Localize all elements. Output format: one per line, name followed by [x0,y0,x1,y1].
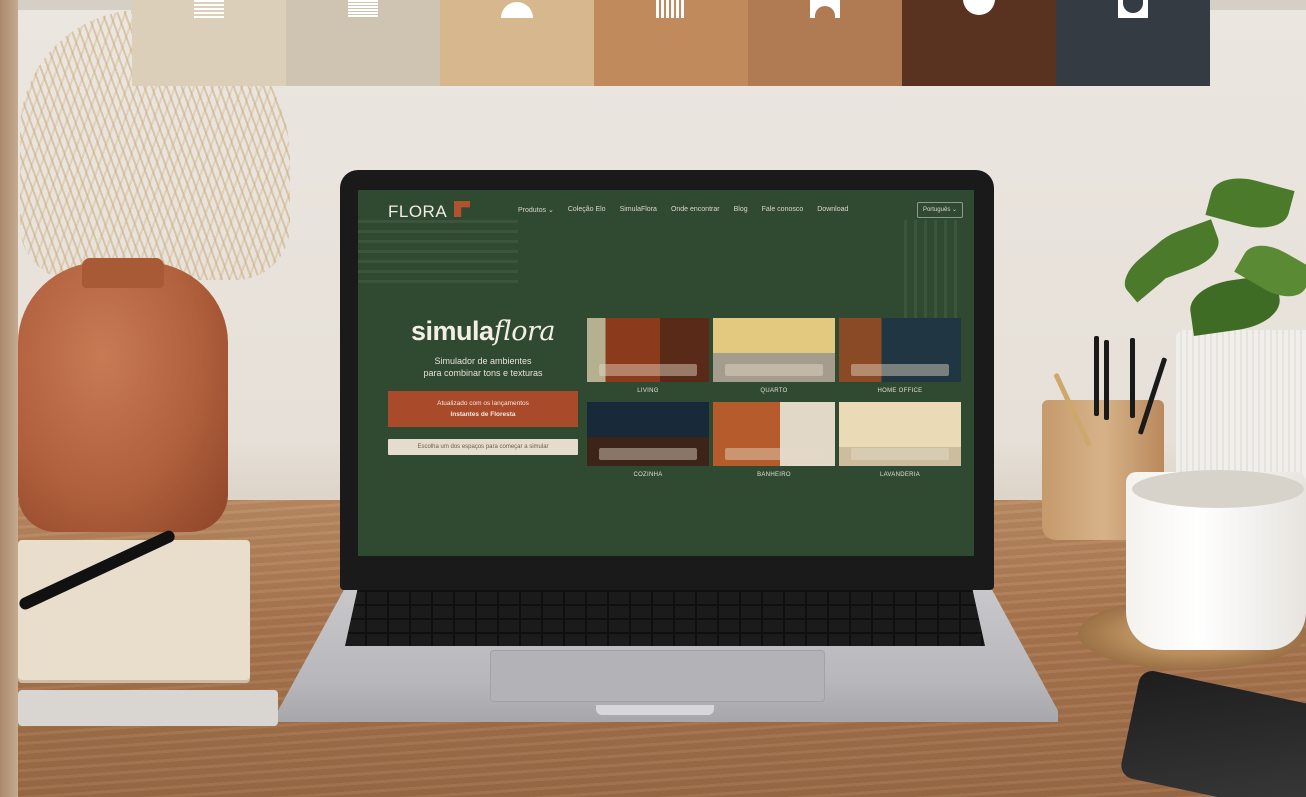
nav-item-download[interactable]: Download [817,206,848,214]
workspace-photo: FLORA Produtos ⌄ Coleção Elo SimulaFlora… [0,0,1306,797]
room-label: LIVING [637,388,659,394]
promo-banner[interactable]: Atualizado com os lançamentos Instantes … [388,391,578,427]
pencil [1130,338,1135,418]
nav-item-colecao-elo[interactable]: Coleção Elo [568,206,606,214]
nav-item-simulaflora[interactable]: SimulaFlora [620,206,657,214]
pencil [1094,336,1099,416]
swatch-bar [132,0,1210,86]
subtitle-line: Simulador de ambientes [434,356,532,366]
room-thumbnail [587,318,709,382]
swatch-2[interactable] [286,0,440,86]
laptop-notch [596,705,714,715]
dome-icon [501,0,533,18]
site-navbar: FLORA Produtos ⌄ Coleção Elo SimulaFlora… [358,190,974,230]
room-thumbnail [713,318,835,382]
terracotta-vase [18,262,228,532]
nav-item-onde-encontrar[interactable]: Onde encontrar [671,206,720,214]
room-grid: LIVING QUARTO HOME OFFICE COZINHA BANHEI… [587,318,961,478]
pencil [1104,340,1109,420]
room-card-living[interactable]: LIVING [587,318,709,394]
hero-panel: simulaflora Simulador de ambientes para … [388,316,578,455]
room-thumbnail [713,402,835,466]
choose-space-hint: Escolha um dos espaços para começar a si… [388,439,578,455]
room-label: LAVANDERIA [879,472,921,478]
horizontal-lines-icon [348,0,378,18]
vase-neck [82,258,164,288]
swatch-5[interactable] [748,0,902,86]
room-thumbnail [839,318,961,382]
room-card-cozinha[interactable]: COZINHA [587,402,709,478]
vertical-lines-icon [656,0,686,18]
swatch-1[interactable] [132,0,286,86]
simulaflora-logo: simulaflora [388,316,578,347]
room-card-banheiro[interactable]: BANHEIRO [713,402,835,478]
room-label: COZINHA [633,472,663,478]
room-card-lavanderia[interactable]: LAVANDERIA [839,402,961,478]
nav-item-fale-conosco[interactable]: Fale conosco [762,206,804,214]
left-frame [0,0,18,797]
room-card-home-office[interactable]: HOME OFFICE [839,318,961,394]
laptop-trackpad [490,650,825,702]
room-card-quarto[interactable]: QUARTO [713,318,835,394]
room-label: BANHEIRO [757,472,791,478]
logo-plain: simula [411,316,494,346]
room-label: HOME OFFICE [877,388,923,394]
mug-rim [1132,470,1304,508]
room-thumbnail [587,402,709,466]
leaf [1205,170,1295,236]
notebook-bottom [18,690,278,726]
laptop-screen: FLORA Produtos ⌄ Coleção Elo SimulaFlora… [358,190,974,556]
nav-menu: Produtos ⌄ Coleção Elo SimulaFlora Onde … [518,206,848,214]
swatch-7[interactable] [1056,0,1210,86]
swatch-6[interactable] [902,0,1056,86]
logo-script: flora [493,316,556,347]
decorative-stripes [904,220,964,330]
language-select[interactable]: Português ⌄ [917,202,963,218]
swatch-4[interactable] [594,0,748,86]
circle-icon [963,0,995,15]
nav-item-produtos[interactable]: Produtos ⌄ [518,206,554,214]
notebook-top [18,540,250,680]
subtitle-line: para combinar tons e texturas [423,368,543,378]
hero-subtitle: Simulador de ambientes para combinar ton… [388,355,578,379]
brand-logo[interactable]: FLORA [388,202,447,222]
nav-item-blog[interactable]: Blog [734,206,748,214]
promo-collection: Instantes de Floresta [450,411,516,418]
bowl-icon [1118,0,1148,18]
room-thumbnail [839,402,961,466]
promo-line: Atualizado com os lançamentos [437,400,529,407]
brand-mark-icon [454,201,470,217]
laptop-keyboard [345,588,985,646]
horizontal-lines-icon [194,0,224,18]
room-label: QUARTO [760,388,788,394]
swatch-3[interactable] [440,0,594,86]
arch-icon [810,0,840,20]
